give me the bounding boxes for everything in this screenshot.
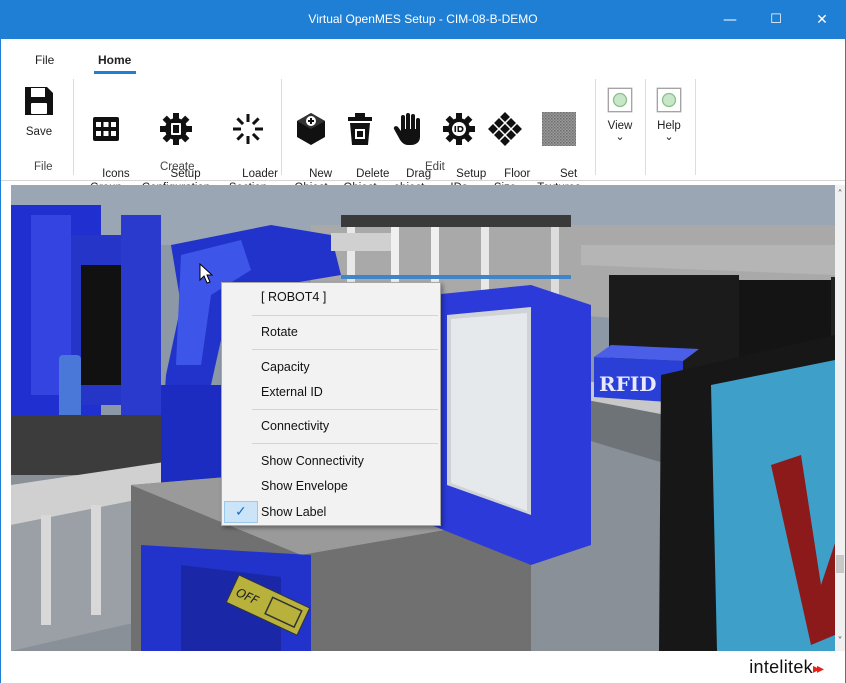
- maximize-button[interactable]: ☐: [753, 1, 799, 39]
- hand-icon: [393, 113, 420, 145]
- status-bar: intelitek▸▸: [1, 651, 845, 683]
- file-group-label: File: [34, 161, 53, 173]
- menu-separator: [252, 443, 438, 444]
- id-gear-icon: [443, 113, 475, 145]
- group-divider: [645, 79, 646, 175]
- chevron-down-icon: ⌄: [664, 131, 674, 143]
- group-divider: [73, 79, 74, 175]
- texture-icon: [542, 112, 576, 146]
- menu-item-connectivity[interactable]: Connectivity: [222, 414, 440, 438]
- loader-icon: [233, 114, 263, 144]
- new-object-icon: [297, 113, 325, 145]
- title-bar: Virtual OpenMES Setup - CIM-08-B-DEMO — …: [1, 1, 845, 39]
- ribbon-tabs: File Home: [1, 39, 845, 75]
- save-icon: [25, 87, 53, 115]
- menu-item-external-id[interactable]: External ID: [222, 380, 440, 404]
- scroll-down-button[interactable]: ˅: [835, 636, 845, 647]
- setup-configuration-button[interactable]: Setup Configuration: [133, 81, 219, 194]
- help-dropdown-button[interactable]: Help ⌄: [650, 81, 688, 157]
- scroll-up-button[interactable]: ˄: [835, 189, 845, 200]
- menu-item-show-envelope[interactable]: Show Envelope: [222, 474, 440, 498]
- floor-icon: [488, 112, 522, 146]
- active-tab-indicator: [94, 71, 136, 74]
- group-divider: [695, 79, 696, 175]
- new-object-button[interactable]: New Object: [289, 81, 333, 194]
- save-label: Save: [25, 126, 53, 138]
- view-dropdown-button[interactable]: View ⌄: [601, 81, 639, 157]
- help-icon: [656, 87, 682, 113]
- view-icon: [607, 87, 633, 113]
- menu-item-robot-title[interactable]: [ ROBOT4 ]: [222, 285, 440, 309]
- set-textures-button[interactable]: Set Textures: [531, 81, 587, 194]
- drag-object-button[interactable]: Drag object: [387, 81, 431, 194]
- delete-object-button[interactable]: Delete Object: [337, 81, 389, 194]
- intelitek-logo: intelitek▸▸: [749, 657, 824, 678]
- robot-left: [11, 205, 161, 475]
- logo-arrows-icon: ▸▸: [812, 660, 824, 676]
- setup-ids-button[interactable]: Setup IDs: [437, 81, 486, 194]
- menu-item-show-label[interactable]: Show Label: [222, 500, 440, 524]
- floor-size-button[interactable]: Floor Size: [485, 81, 530, 194]
- menu-separator: [252, 315, 438, 316]
- menu-item-capacity[interactable]: Capacity: [222, 355, 440, 379]
- loader-section-button[interactable]: Loader Section: [223, 81, 278, 194]
- logo-text: intelitek: [749, 657, 813, 677]
- delete-icon: [348, 113, 372, 145]
- icons-group-icon: [93, 117, 119, 141]
- vertical-scrollbar[interactable]: ˄ ˅: [835, 185, 845, 651]
- tab-home[interactable]: Home: [98, 53, 131, 67]
- edit-group-label: Edit: [425, 161, 445, 173]
- tab-file[interactable]: File: [35, 53, 54, 67]
- group-divider: [281, 79, 282, 175]
- icons-group-button[interactable]: Icons Group: [83, 81, 130, 194]
- display-panel: [659, 335, 835, 651]
- chevron-down-icon: ⌄: [615, 131, 625, 143]
- menu-separator: [252, 349, 438, 350]
- menu-item-rotate[interactable]: Rotate: [222, 320, 440, 344]
- gear-icon: [160, 113, 192, 145]
- ribbon: Save File Icons Group: [1, 75, 845, 194]
- close-button[interactable]: ✕: [799, 1, 845, 39]
- save-button[interactable]: Save: [19, 81, 59, 157]
- menu-separator: [252, 409, 438, 410]
- scroll-thumb[interactable]: [836, 555, 844, 573]
- minimize-button[interactable]: —: [707, 1, 753, 39]
- context-menu: [ ROBOT4 ] Rotate Capacity External ID C…: [221, 282, 441, 526]
- group-divider: [595, 79, 596, 175]
- rfid-label: RFID: [599, 372, 657, 396]
- application-window: Virtual OpenMES Setup - CIM-08-B-DEMO — …: [0, 0, 846, 683]
- menu-item-show-connectivity[interactable]: Show Connectivity: [222, 449, 440, 473]
- create-group-label: Create: [160, 161, 195, 173]
- mouse-cursor-icon: [199, 263, 214, 284]
